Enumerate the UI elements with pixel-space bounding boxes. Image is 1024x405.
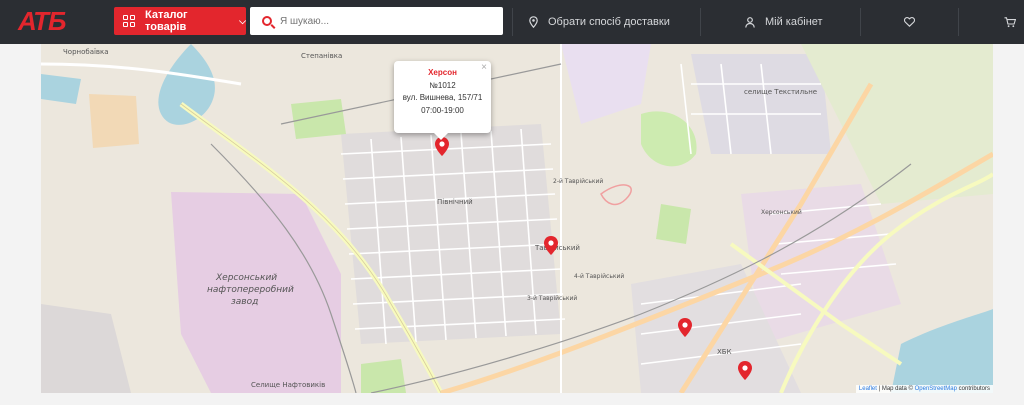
header-divider (860, 8, 861, 36)
popup-address: вул. Вишнева, 157/71 (402, 93, 483, 102)
my-account-button[interactable]: Мій кабінет (745, 0, 823, 44)
osm-link[interactable]: OpenStreetMap (915, 386, 957, 392)
heart-icon (904, 17, 915, 27)
catalog-label: Каталог товарів (145, 9, 188, 33)
label-refinery-3: завод (231, 297, 258, 307)
close-icon[interactable]: × (481, 62, 487, 75)
catalog-grid-icon (123, 15, 135, 27)
label-tavriiskyi-4: 4-й Таврійський (574, 273, 624, 280)
delivery-method-button[interactable]: Обрати спосіб доставки (529, 0, 670, 44)
park-area (361, 359, 406, 393)
label-chornobaivka: Чорнобаївка (63, 48, 109, 56)
label-selyshche-tekstylne: селище Текстильне (744, 88, 817, 96)
store-map[interactable]: Чорнобаївка Степанівка селище Текстильне… (41, 44, 993, 393)
header-divider (512, 8, 513, 36)
location-pin-icon (529, 16, 538, 28)
atb-logo[interactable]: АТБ (18, 7, 94, 35)
label-khbk: ХБК (717, 348, 732, 356)
search-box[interactable] (250, 7, 503, 35)
user-icon (745, 16, 755, 28)
leaflet-link[interactable]: Leaflet (859, 386, 877, 392)
label-pivnichnyi: Північний (437, 198, 473, 206)
park-area (291, 99, 346, 139)
label-stepanivka: Степанівка (301, 52, 342, 60)
site-header: АТБ Каталог товарів ⌵ Обрати спосіб дост… (0, 0, 1024, 44)
popup-hours: 07:00-19:00 (421, 105, 464, 115)
cart-button[interactable] (1004, 0, 1016, 44)
popup-store-number: №1012 (429, 80, 456, 90)
label-refinery-2: нафтопереробний (207, 285, 294, 295)
label-khersonskyi: Херсонський (761, 209, 802, 216)
popup-city: Херсон (428, 68, 457, 77)
attribution-contributors: contributors (958, 386, 990, 392)
label-tavriiskyi-2: 2-й Таврійський (553, 178, 603, 185)
label-tavriiskyi-3: 3-й Таврійський (527, 295, 577, 302)
commercial-area (89, 94, 139, 148)
my-account-label: Мій кабінет (765, 16, 823, 28)
label-refinery-1: Херсонський (215, 273, 277, 283)
chevron-down-icon: ⌵ (239, 15, 246, 26)
label-selyshche-naftovykiv: Селище Нафтовиків (251, 381, 325, 389)
header-divider (958, 8, 959, 36)
map-attribution: Leaflet | Map data © OpenStreetMap contr… (855, 385, 993, 393)
cart-icon (1004, 16, 1016, 27)
park-area (656, 204, 691, 244)
map-tiles: Чорнобаївка Степанівка селище Текстильне… (41, 44, 993, 393)
store-popup: × Херсон №1012 вул. Вишнева, 157/71 07:0… (394, 61, 491, 140)
catalog-button[interactable]: Каталог товарів ⌵ (114, 7, 246, 35)
popup-tip (434, 133, 448, 140)
water-area (41, 74, 81, 104)
search-input[interactable] (280, 15, 480, 27)
favorites-button[interactable] (904, 0, 915, 44)
search-icon (262, 16, 272, 26)
delivery-method-label: Обрати спосіб доставки (548, 16, 670, 28)
header-divider (700, 8, 701, 36)
attribution-separator: | (878, 386, 881, 392)
attribution-text: Map data © (881, 386, 913, 392)
